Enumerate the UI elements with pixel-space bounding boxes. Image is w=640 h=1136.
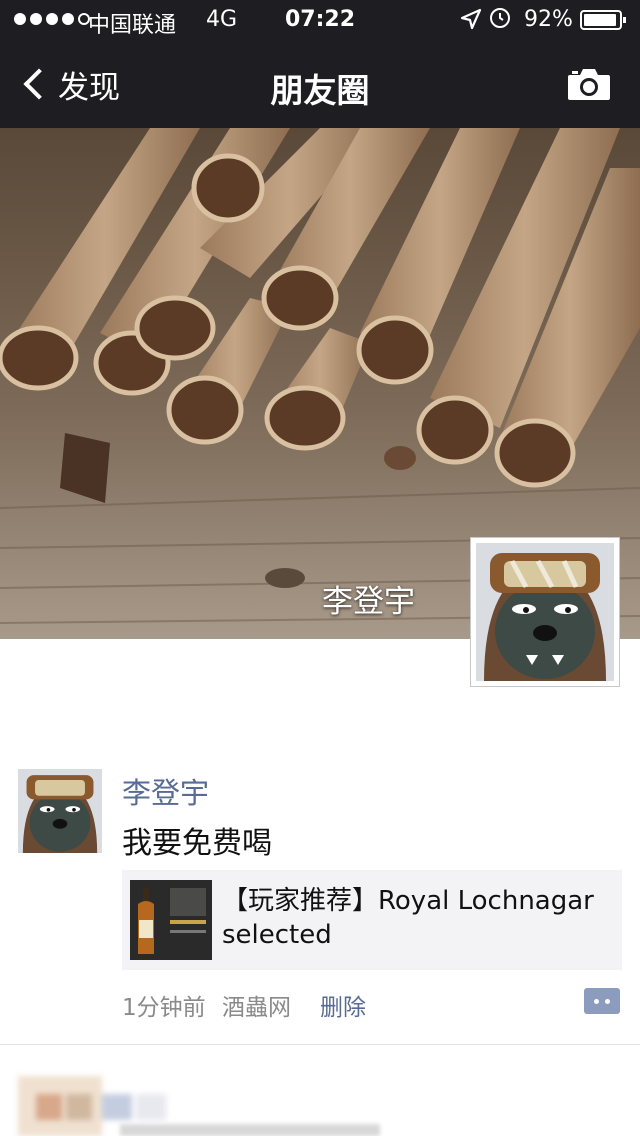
moments-screen: 中国联通 4G 07:22 92% 发现 朋友圈 李登宇 李登宇 我要免费喝 【… [0,0,640,1136]
post-author-avatar[interactable] [18,769,102,853]
page-title: 朋友圈 [270,71,370,110]
next-post-text [120,1124,380,1136]
avatar-image [476,543,614,681]
post-author-name[interactable]: 李登宇 [122,770,209,812]
alarm-clock-icon [490,8,510,28]
camera-icon[interactable] [566,66,612,102]
top-bar: 中国联通 4G 07:22 92% 发现 朋友圈 [0,0,640,128]
battery-icon [580,10,626,30]
comment-icon[interactable] [584,988,620,1014]
post-source-link[interactable]: 酒蟲网 [222,988,291,1022]
post-divider [0,1044,640,1045]
cover-username: 李登宇 [322,584,415,620]
location-arrow-icon [460,8,482,30]
navigation-bar: 发现 朋友圈 [0,40,640,128]
profile-avatar[interactable] [470,537,620,687]
post-timestamp: 1分钟前 [122,995,206,1021]
delete-button[interactable]: 删除 [320,988,366,1022]
avatar-image [18,769,102,853]
battery-percent: 92% [524,7,573,32]
shared-link-card[interactable]: 【玩家推荐】Royal Lochnagar selected [122,870,622,970]
link-title: 【玩家推荐】Royal Lochnagar selected [222,886,594,950]
status-bar: 中国联通 4G 07:22 92% [0,0,640,40]
post-text: 我要免费喝 [122,826,272,861]
link-thumbnail [130,880,212,960]
